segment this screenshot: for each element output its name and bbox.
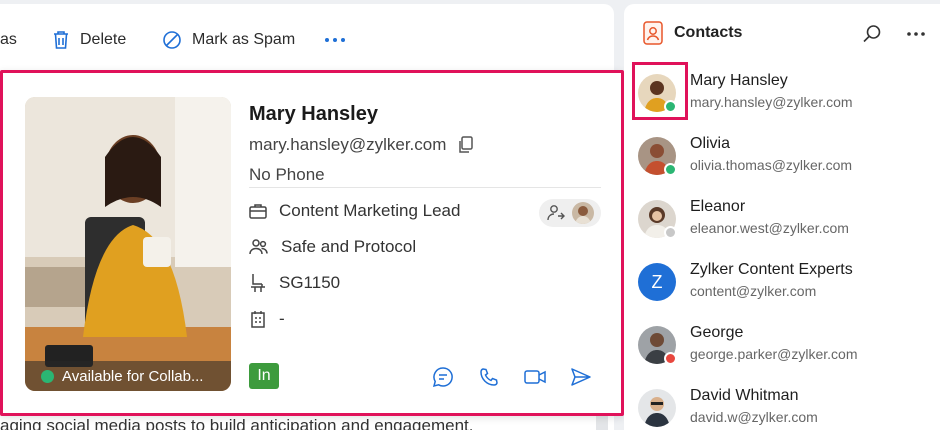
contact-name: Olivia (690, 135, 731, 152)
contact-list-item[interactable]: David Whitman david.w@zylker.com (638, 385, 938, 430)
contact-name: Mary Hansley (249, 103, 378, 125)
chat-button[interactable] (431, 365, 455, 389)
send-icon (571, 368, 591, 386)
extra-info-value: - (279, 309, 285, 328)
seat-row: SG1150 (249, 273, 340, 293)
card-actions (431, 365, 593, 389)
avatar (638, 389, 676, 427)
contact-email: olivia.thomas@zylker.com (690, 157, 853, 173)
delete-button[interactable]: Delete (52, 22, 126, 58)
contact-email[interactable]: mary.hansley@zylker.com (249, 135, 446, 155)
people-icon (249, 239, 268, 255)
linkedin-label: In (257, 367, 271, 384)
contact-email: mary.hansley@zylker.com (690, 94, 853, 110)
building-icon (251, 311, 265, 328)
copy-icon[interactable] (458, 136, 474, 154)
contact-email-row: mary.hansley@zylker.com (249, 135, 474, 155)
contact-email: david.w@zylker.com (690, 409, 818, 425)
seat-icon (251, 274, 265, 292)
job-title-row: Content Marketing Lead (249, 201, 460, 221)
spam-icon (163, 31, 181, 49)
video-icon (524, 370, 546, 384)
briefcase-icon (249, 204, 267, 219)
group-avatar: Z (638, 263, 676, 301)
more-actions-button[interactable] (324, 22, 356, 58)
contact-name: George (690, 324, 744, 341)
extra-info-row: - (249, 309, 285, 329)
move-as-button[interactable]: as (0, 22, 17, 58)
send-email-button[interactable] (569, 365, 593, 389)
contact-phone: No Phone (249, 165, 325, 184)
status-dot (664, 163, 677, 176)
contact-list-item[interactable]: Eleanor eleanor.west@zylker.com (638, 196, 938, 254)
contact-list-item[interactable]: Olivia olivia.thomas@zylker.com (638, 133, 938, 191)
avatar-initial: Z (651, 271, 663, 292)
video-call-button[interactable] (523, 365, 547, 389)
contact-list-item[interactable]: Z Zylker Content Experts content@zylker.… (638, 259, 938, 317)
contact-photo-image (25, 97, 231, 391)
contact-email: content@zylker.com (690, 283, 817, 299)
spam-label: Mark as Spam (192, 31, 296, 48)
manager-avatar (572, 202, 594, 224)
seat-number: SG1150 (279, 273, 341, 292)
status-dot (664, 226, 677, 239)
contacts-icon (643, 21, 663, 45)
linkedin-button[interactable]: In (249, 363, 279, 389)
contact-name: David Whitman (690, 387, 799, 404)
chat-icon (432, 367, 453, 388)
mail-body-text: aging social media posts to build antici… (0, 416, 474, 430)
delete-label: Delete (80, 31, 127, 48)
contacts-title: Contacts (674, 24, 743, 41)
more-icon (325, 38, 345, 42)
trash-icon (54, 31, 68, 49)
divider (249, 187, 601, 188)
contact-name: Eleanor (690, 198, 746, 215)
more-icon (907, 32, 925, 36)
availability-text: Available for Collab... (62, 367, 204, 385)
contacts-header: Contacts (642, 20, 742, 46)
selected-contact-highlight (632, 62, 688, 120)
contact-name: Mary Hansley (690, 72, 788, 89)
contacts-more-button[interactable] (906, 24, 926, 49)
job-title: Content Marketing Lead (279, 201, 461, 220)
reporting-chip[interactable] (539, 199, 601, 227)
contact-photo: Available for Collab... (25, 97, 231, 391)
contact-card: Available for Collab... Mary Hansley mar… (0, 70, 624, 416)
search-icon (863, 25, 881, 43)
status-dot (664, 352, 677, 365)
toolbar-truncated-label: as (0, 31, 17, 48)
contact-email: george.parker@zylker.com (690, 346, 858, 362)
department-row: Safe and Protocol (249, 237, 416, 257)
availability-bar: Available for Collab... (25, 361, 231, 391)
availability-status-dot (41, 369, 54, 383)
contact-list-item[interactable]: George george.parker@zylker.com (638, 322, 938, 380)
contact-email: eleanor.west@zylker.com (690, 220, 849, 236)
contact-name: Zylker Content Experts (690, 261, 853, 278)
contacts-search-button[interactable] (862, 24, 882, 49)
call-button[interactable] (477, 365, 501, 389)
mark-as-spam-button[interactable]: Mark as Spam (162, 22, 295, 58)
phone-icon (480, 368, 498, 386)
mail-toolbar: as Delete Mark as Spam (0, 22, 600, 58)
department: Safe and Protocol (281, 237, 417, 256)
org-chart-icon (547, 205, 565, 221)
